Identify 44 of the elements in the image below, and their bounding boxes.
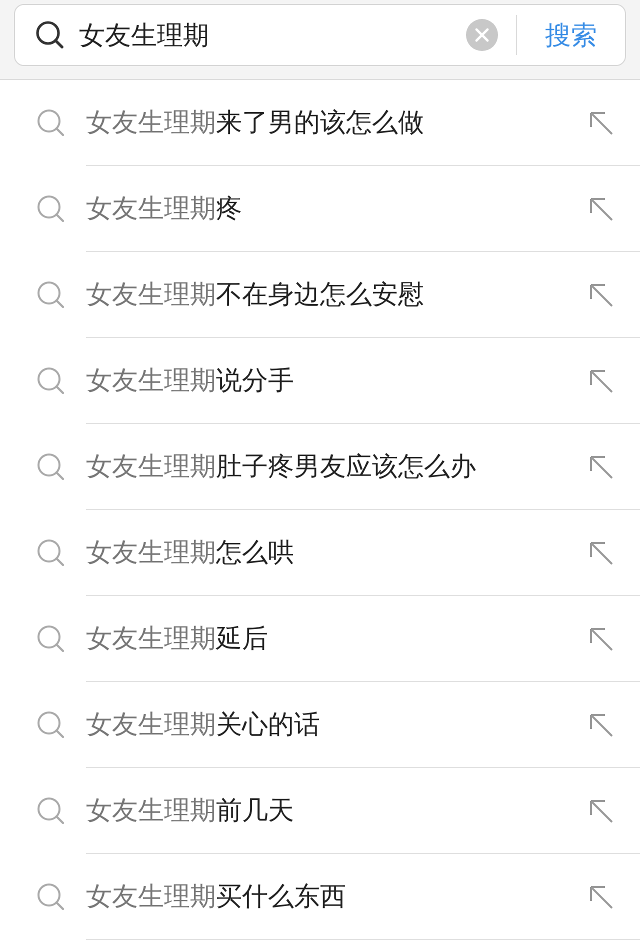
arrow-icon[interactable] <box>588 798 614 824</box>
search-icon <box>36 452 66 482</box>
arrow-icon[interactable] <box>588 110 614 136</box>
suggestion-item[interactable]: 女友生理期肚子疼男友应该怎么办 <box>0 424 640 510</box>
arrow-icon[interactable] <box>588 712 614 738</box>
search-icon <box>36 796 66 826</box>
search-icon <box>36 624 66 654</box>
arrow-icon[interactable] <box>588 454 614 480</box>
suggestion-text: 女友生理期不在身边怎么安慰 <box>86 279 425 312</box>
search-icon <box>36 538 66 568</box>
clear-icon[interactable] <box>466 19 498 51</box>
search-icon <box>35 20 65 50</box>
suggestion-text: 女友生理期关心的话 <box>86 709 321 742</box>
suggestion-text: 女友生理期疼 <box>86 193 243 226</box>
suggestion-item[interactable]: 女友生理期前几天 <box>0 768 640 854</box>
suggestion-item[interactable]: 女友生理期说分手 <box>0 338 640 424</box>
suggestion-text: 女友生理期来了男的该怎么做 <box>86 107 425 140</box>
search-icon <box>36 108 66 138</box>
arrow-icon[interactable] <box>588 884 614 910</box>
arrow-icon[interactable] <box>588 282 614 308</box>
suggestion-item[interactable]: 女友生理期来了男的该怎么做 <box>0 80 640 166</box>
search-icon <box>36 194 66 224</box>
search-query: 女友生理期 <box>79 20 210 52</box>
search-field[interactable]: 女友生理期 搜索 <box>14 4 626 66</box>
suggestion-item[interactable]: 女友生理期延后 <box>0 596 640 682</box>
suggestion-item[interactable]: 女友生理期怎么哄 <box>0 510 640 596</box>
suggestion-text: 女友生理期前几天 <box>86 795 295 828</box>
suggestion-item[interactable]: 女友生理期不在身边怎么安慰 <box>0 252 640 338</box>
arrow-icon[interactable] <box>588 196 614 222</box>
search-icon <box>36 280 66 310</box>
arrow-icon[interactable] <box>588 540 614 566</box>
suggestion-item[interactable]: 女友生理期买什么东西 <box>0 854 640 940</box>
suggestion-text: 女友生理期说分手 <box>86 365 295 398</box>
suggestion-text: 女友生理期肚子疼男友应该怎么办 <box>86 451 477 484</box>
arrow-icon[interactable] <box>588 368 614 394</box>
search-icon <box>36 882 66 912</box>
arrow-icon[interactable] <box>588 626 614 652</box>
suggestion-text: 女友生理期延后 <box>86 623 269 656</box>
suggestion-item[interactable]: 女友生理期疼 <box>0 166 640 252</box>
search-icon <box>36 366 66 396</box>
search-icon <box>36 710 66 740</box>
suggestion-text: 女友生理期买什么东西 <box>86 881 347 914</box>
suggestion-item[interactable]: 女友生理期关心的话 <box>0 682 640 768</box>
suggestion-text: 女友生理期怎么哄 <box>86 537 295 570</box>
